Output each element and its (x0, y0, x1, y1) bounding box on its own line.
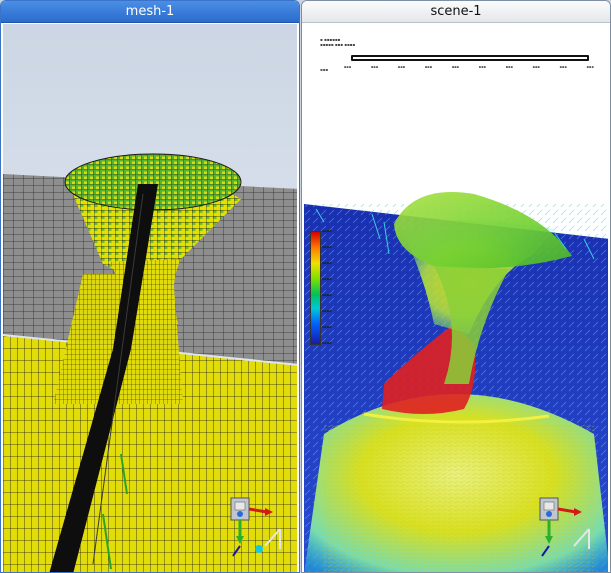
legend-labels: ▪▪▪▪ ▪▪▪▪ ▪▪▪▪ ▪▪▪▪ ▪▪▪▪ ▪▪▪▪ ▪▪▪▪ ▪▪▪▪ (322, 229, 332, 345)
tick-label: ▪▪▪ (532, 65, 540, 69)
scene-panel: scene-1 ▪ ▪▪▪▪▪▪ ▪▪▪▪▪ ▪▪▪ ▪▪▪▪ ▪▪▪ ▪▪▪ … (301, 0, 611, 573)
tick-label: ▪▪▪ (451, 65, 460, 69)
legend-tick: ▪▪▪▪ (322, 245, 332, 249)
app-window: mesh-1 scene-1 ▪ ▪▪▪▪▪▪ ▪▪▪▪▪ ▪▪▪ ▪▪▪▪ ▪… (0, 0, 611, 573)
legend-tick: ▪▪▪▪ (322, 261, 332, 265)
orientation-triad-icon[interactable] (225, 494, 295, 564)
scene-header-text: ▪ ▪▪▪▪▪▪ ▪▪▪▪▪ ▪▪▪ ▪▪▪▪ (320, 37, 355, 47)
legend-tick: ▪▪▪▪ (322, 293, 332, 297)
legend-tick: ▪▪▪▪ (322, 341, 332, 345)
tick-label: ▪▪▪ (344, 65, 352, 69)
tick-label: ▪▪▪ (505, 65, 514, 69)
legend-tick: ▪▪▪▪ (322, 277, 332, 281)
time-slider[interactable] (351, 55, 589, 61)
tick-label: ▪▪▪ (478, 65, 487, 69)
tick-label: ▪▪▪ (424, 65, 433, 69)
tick-label: ▪▪▪ (586, 65, 594, 69)
legend-tick: ▪▪▪▪ (322, 309, 332, 313)
tab-mesh-1[interactable]: mesh-1 (1, 1, 299, 23)
mesh-render (3, 24, 297, 572)
legend-tick: ▪▪▪▪ (322, 325, 332, 329)
tick-label: ▪▪▪ (397, 65, 406, 69)
scene-viewport[interactable]: ▪ ▪▪▪▪▪▪ ▪▪▪▪▪ ▪▪▪ ▪▪▪▪ ▪▪▪ ▪▪▪ ▪▪▪ ▪▪▪ … (304, 24, 608, 572)
mesh-viewport[interactable] (3, 24, 297, 572)
legend-tick: ▪▪▪▪ (322, 229, 332, 233)
legend-colorbar (310, 231, 321, 345)
scene-header-line: ▪▪▪▪▪ ▪▪▪ ▪▪▪▪ (320, 42, 356, 47)
orientation-triad-icon[interactable] (534, 494, 604, 564)
tab-scene-1[interactable]: scene-1 (302, 1, 610, 23)
scene-render (304, 24, 608, 572)
mesh-panel: mesh-1 (0, 0, 300, 573)
tick-label: ▪▪▪ (370, 65, 379, 69)
time-readout: ▪▪▪ (320, 67, 329, 72)
tick-label: ▪▪▪ (559, 65, 567, 69)
time-ticks: ▪▪▪ ▪▪▪ ▪▪▪ ▪▪▪ ▪▪▪ ▪▪▪ ▪▪▪ ▪▪▪ ▪▪▪ ▪▪▪ (344, 65, 594, 69)
